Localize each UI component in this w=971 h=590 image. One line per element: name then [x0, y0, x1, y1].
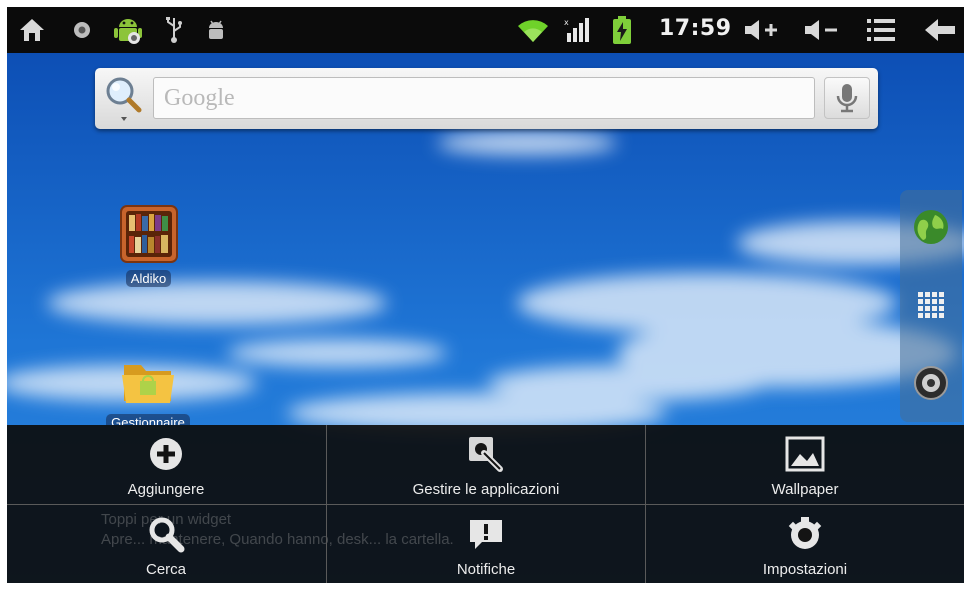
menu-item-aggiungere[interactable]: Aggiungere: [7, 425, 325, 503]
menu-item-impostazioni[interactable]: Impostazioni: [646, 505, 964, 583]
app-label: Gestionnaire: [106, 414, 190, 425]
app-drawer-icon: [918, 292, 944, 318]
clock: 17:59: [659, 16, 732, 41]
signal-icon: x: [562, 14, 594, 46]
android-icon: [204, 14, 228, 46]
menu-item-label: Notifiche: [456, 561, 516, 578]
volume-down-button[interactable]: [802, 14, 842, 46]
app-aldiko[interactable]: Aldiko: [111, 205, 186, 287]
camera-icon: [914, 366, 948, 400]
add-icon: [150, 438, 182, 470]
menu-item-wallpaper[interactable]: Wallpaper: [646, 425, 964, 503]
tablet-screen: x 17:59 Google Aldiko Gestionnaire Toppi…: [7, 7, 964, 583]
menu-item-label: Cerca: [145, 561, 186, 578]
volume-up-icon: [745, 20, 777, 40]
menu-item-notifiche[interactable]: Notifiche: [327, 505, 645, 583]
android-debug-icon: [110, 14, 146, 46]
menu-icon: [867, 19, 895, 41]
volume-down-icon: [805, 20, 837, 40]
record-icon: [67, 14, 97, 46]
search-engine-button[interactable]: [103, 74, 143, 124]
microphone-icon: [836, 84, 858, 113]
wallpaper-icon: [785, 436, 825, 472]
wifi-icon: [515, 14, 551, 46]
notifications-icon: [470, 520, 502, 549]
browser-icon: [914, 210, 948, 244]
menu-item-label: Gestire le applicazioni: [412, 481, 560, 498]
launcher-dock: [900, 190, 962, 422]
app-label: Aldiko: [125, 270, 172, 287]
app-drawer-button[interactable]: [908, 282, 954, 328]
search-icon: [149, 517, 185, 553]
svg-text:x: x: [564, 18, 569, 27]
back-button[interactable]: [921, 14, 959, 46]
menu-item-label: Aggiungere: [127, 481, 205, 498]
menu-item-cerca[interactable]: Cerca: [7, 505, 325, 583]
browser-button[interactable]: [908, 204, 954, 250]
menu-item-label: Impostazioni: [762, 561, 848, 578]
home-icon[interactable]: [15, 14, 49, 46]
settings-icon: [788, 517, 822, 549]
manage-apps-icon: [469, 437, 503, 472]
volume-up-button[interactable]: [742, 14, 782, 46]
battery-charging-icon: [609, 14, 635, 46]
status-bar: x 17:59: [7, 7, 964, 53]
voice-search-button[interactable]: [824, 77, 870, 119]
menu-button[interactable]: [863, 14, 899, 46]
menu-item-label: Wallpaper: [771, 481, 839, 498]
app-gestionnaire[interactable]: Gestionnaire: [95, 357, 201, 425]
usb-icon: [162, 14, 186, 46]
options-menu: Toppi per un widget Apre... mantenere, Q…: [7, 425, 964, 583]
search-input[interactable]: [153, 77, 815, 119]
menu-item-gestire-applicazioni[interactable]: Gestire le applicazioni: [327, 425, 645, 503]
camera-button[interactable]: [908, 360, 954, 406]
folder-icon: [122, 365, 174, 403]
back-icon: [925, 19, 955, 41]
bookshelf-icon: [119, 205, 178, 263]
google-search-widget: [95, 68, 878, 129]
magnifier-icon: [106, 77, 142, 121]
